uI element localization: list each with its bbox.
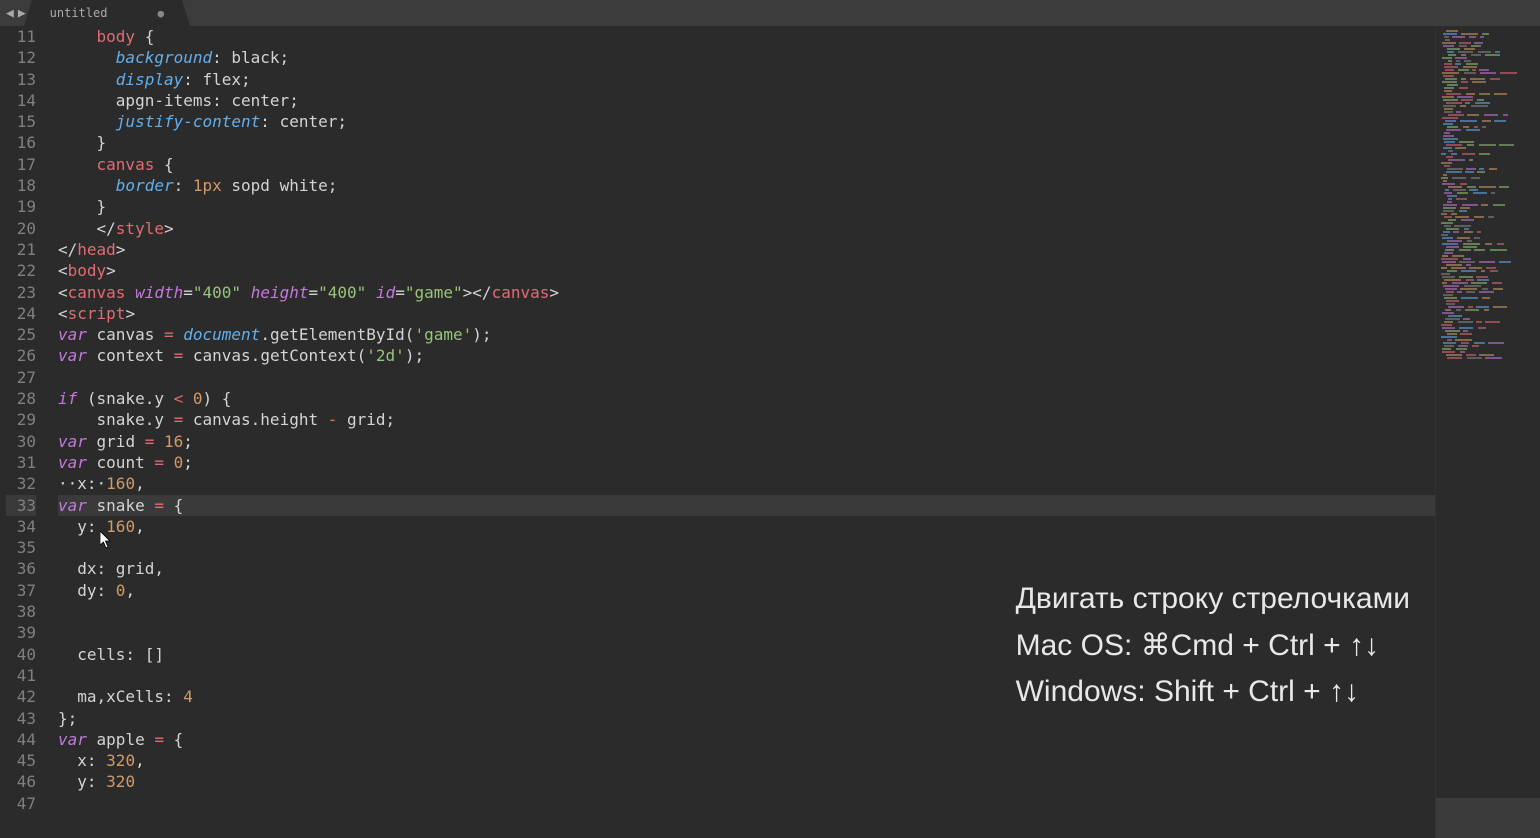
tip-line-3: Windows: Shift + Ctrl + ↑↓ [1016,669,1410,716]
keyboard-shortcut-tip: Двигать строку стрелочками Mac OS: ⌘Cmd … [1016,576,1410,716]
tab-untitled[interactable]: untitled ● [32,0,182,26]
code-editor[interactable]: body { background: black; display: flex;… [50,26,1435,838]
tip-line-1: Двигать строку стрелочками [1016,576,1410,623]
tab-bar: ◀ ▶ untitled ● [0,0,1540,26]
tab-dirty-indicator: ● [157,7,164,20]
minimap-content [1440,30,1536,360]
nav-back-icon[interactable]: ◀ [6,6,14,21]
minimap[interactable] [1435,26,1540,838]
minimap-viewport[interactable] [1436,798,1540,838]
tip-line-2: Mac OS: ⌘Cmd + Ctrl + ↑↓ [1016,623,1410,670]
line-number-gutter[interactable]: 1112131415161718192021222324252627282930… [0,26,50,838]
tab-label: untitled [50,6,108,20]
editor-container: 1112131415161718192021222324252627282930… [0,26,1540,838]
